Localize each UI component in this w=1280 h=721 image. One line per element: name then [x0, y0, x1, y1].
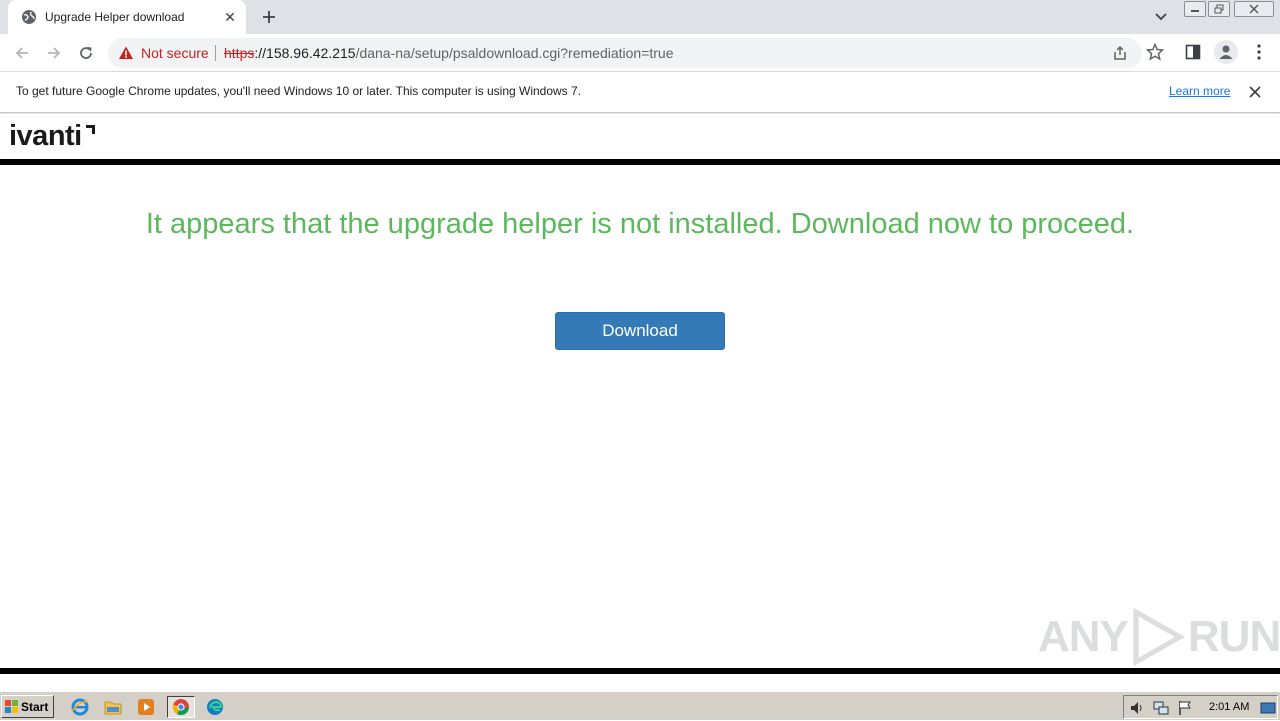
address-bar[interactable]: Not secure https://158.96.42.215/dana-na…: [108, 38, 1142, 68]
close-infobar-icon[interactable]: [1246, 83, 1264, 101]
close-window-button[interactable]: [1234, 1, 1274, 17]
update-infobar: To get future Google Chrome updates, you…: [0, 72, 1280, 113]
explorer-icon[interactable]: [102, 696, 124, 718]
start-label: Start: [21, 699, 49, 714]
infobar-message: To get future Google Chrome updates, you…: [16, 84, 582, 98]
network-icon[interactable]: [1153, 700, 1169, 716]
watermark-left: ANY: [1038, 612, 1129, 661]
browser-toolbar: Not secure https://158.96.42.215/dana-na…: [0, 34, 1280, 72]
tab-upgrade-helper[interactable]: Upgrade Helper download ✕: [8, 0, 246, 34]
share-icon[interactable]: [1112, 45, 1128, 61]
chrome-icon[interactable]: [167, 696, 195, 718]
media-player-icon[interactable]: [135, 696, 157, 718]
close-tab-icon[interactable]: ✕: [220, 7, 240, 27]
windows-flag-icon: [5, 699, 18, 713]
new-tab-button[interactable]: [259, 7, 279, 27]
action-center-flag-icon[interactable]: [1177, 700, 1193, 716]
watermark-play-icon: [1133, 608, 1185, 666]
tab-title: Upgrade Helper download: [45, 10, 185, 24]
side-panel-icon[interactable]: [1185, 44, 1203, 62]
reload-button[interactable]: [74, 41, 98, 65]
url-scheme: https: [224, 45, 255, 61]
url-host: ://158.96.42.215: [254, 45, 356, 61]
url-path: /dana-na/setup/psaldownload.cgi?remediat…: [355, 45, 674, 61]
tab-strip: Upgrade Helper download ✕: [0, 0, 1280, 34]
ie-icon[interactable]: [69, 696, 91, 718]
learn-more-link[interactable]: Learn more: [1169, 84, 1230, 98]
header-divider: [0, 159, 1280, 165]
download-button[interactable]: Download: [555, 312, 725, 350]
chrome-menu-icon[interactable]: [1250, 42, 1268, 62]
volume-icon[interactable]: [1129, 700, 1145, 716]
forward-button[interactable]: [42, 41, 66, 65]
windows-taskbar: Start 2:01 AM: [0, 691, 1280, 720]
anyrun-watermark: ANY RUN: [1038, 608, 1280, 666]
warning-icon[interactable]: [118, 45, 134, 61]
footer-divider: [0, 668, 1280, 674]
watermark-right: RUN: [1187, 612, 1280, 661]
restore-button[interactable]: [1208, 1, 1230, 17]
ivanti-logo: ivanti: [9, 120, 82, 152]
taskbar-clock: 2:01 AM: [1209, 701, 1250, 713]
edge-icon[interactable]: [204, 696, 226, 718]
system-tray: 2:01 AM: [1123, 695, 1278, 719]
page-content: ivanti It appears that the upgrade helpe…: [0, 114, 1280, 690]
address-separator: [215, 45, 216, 61]
minimize-button[interactable]: [1184, 1, 1206, 17]
url-text[interactable]: https://158.96.42.215/dana-na/setup/psal…: [224, 45, 674, 61]
page-message: It appears that the upgrade helper is no…: [145, 208, 1135, 240]
start-button[interactable]: Start: [1, 695, 54, 718]
tab-search-icon[interactable]: [1150, 6, 1172, 28]
profile-avatar-icon[interactable]: [1214, 40, 1238, 64]
bookmark-star-icon[interactable]: [1145, 42, 1165, 61]
globe-icon: [21, 9, 37, 25]
show-desktop-icon[interactable]: [1260, 700, 1276, 716]
logo-mark-icon: [86, 121, 95, 134]
not-secure-label[interactable]: Not secure: [141, 45, 209, 61]
back-button[interactable]: [10, 41, 34, 65]
